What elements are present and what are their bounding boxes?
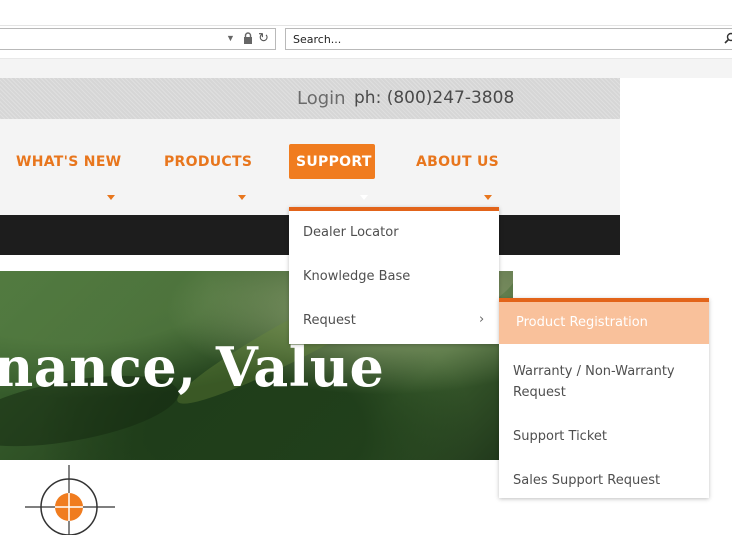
caret-down-icon (238, 195, 246, 200)
menu-item-dealer-locator[interactable]: Dealer Locator (289, 211, 499, 255)
menu-item-label: Request (303, 313, 356, 328)
menu-item-product-registration[interactable]: Product Registration (499, 302, 709, 344)
site-topbar: Login ph: (800)247-3808 (0, 78, 620, 119)
browser-chrome: ▼ ↻ Search... (0, 0, 732, 78)
browser-toolbar (0, 59, 732, 78)
login-link[interactable]: Login (297, 88, 346, 109)
menu-item-label: Support Ticket (513, 426, 607, 447)
caret-down-icon (360, 195, 368, 200)
caret-down-icon (107, 195, 115, 200)
search-icon[interactable] (724, 31, 732, 47)
nav-item-about-us[interactable]: ABOUT US (416, 119, 500, 205)
nav-item-support[interactable]: SUPPORT (289, 119, 375, 205)
browser-titlebar (0, 0, 732, 26)
nav-item-label: SUPPORT (296, 154, 372, 170)
crosshair-target-icon (25, 465, 115, 535)
menu-item-label: Dealer Locator (303, 225, 399, 240)
main-nav: WHAT'S NEW PRODUCTS SUPPORT ABOUT US (0, 119, 620, 215)
menu-item-label: Product Registration (516, 312, 648, 333)
nav-item-label: PRODUCTS (164, 154, 252, 170)
menu-item-label: Warranty / Non-Warranty Request (513, 361, 703, 403)
chevron-right-icon: › (479, 312, 484, 327)
menu-item-request[interactable]: Request › (289, 299, 499, 343)
menu-item-label: Sales Support Request (513, 470, 660, 491)
menu-item-warranty-request[interactable]: Warranty / Non-Warranty Request (499, 355, 709, 401)
refresh-icon[interactable]: ↻ (258, 30, 269, 46)
support-dropdown-menu: Dealer Locator Knowledge Base Request › (289, 207, 499, 344)
menu-item-label: Knowledge Base (303, 269, 410, 284)
nav-item-whats-new[interactable]: WHAT'S NEW (16, 119, 136, 205)
menu-item-knowledge-base[interactable]: Knowledge Base (289, 255, 499, 299)
menu-item-sales-support-request[interactable]: Sales Support Request (499, 464, 709, 494)
lock-icon (243, 32, 253, 45)
address-bar[interactable]: ▼ ↻ (0, 28, 276, 50)
dropdown-arrow-icon[interactable]: ▼ (226, 33, 235, 43)
nav-item-label: WHAT'S NEW (16, 154, 121, 170)
search-placeholder: Search... (293, 33, 341, 46)
nav-item-label: ABOUT US (416, 154, 499, 170)
browser-search-field[interactable]: Search... (285, 28, 732, 50)
caret-down-icon (484, 195, 492, 200)
hero-headline: nance, Value (0, 335, 384, 399)
nav-item-products[interactable]: PRODUCTS (164, 119, 254, 205)
request-submenu: Product Registration Warranty / Non-Warr… (499, 298, 709, 498)
menu-item-support-ticket[interactable]: Support Ticket (499, 420, 709, 450)
phone-number: ph: (800)247-3808 (354, 88, 514, 108)
